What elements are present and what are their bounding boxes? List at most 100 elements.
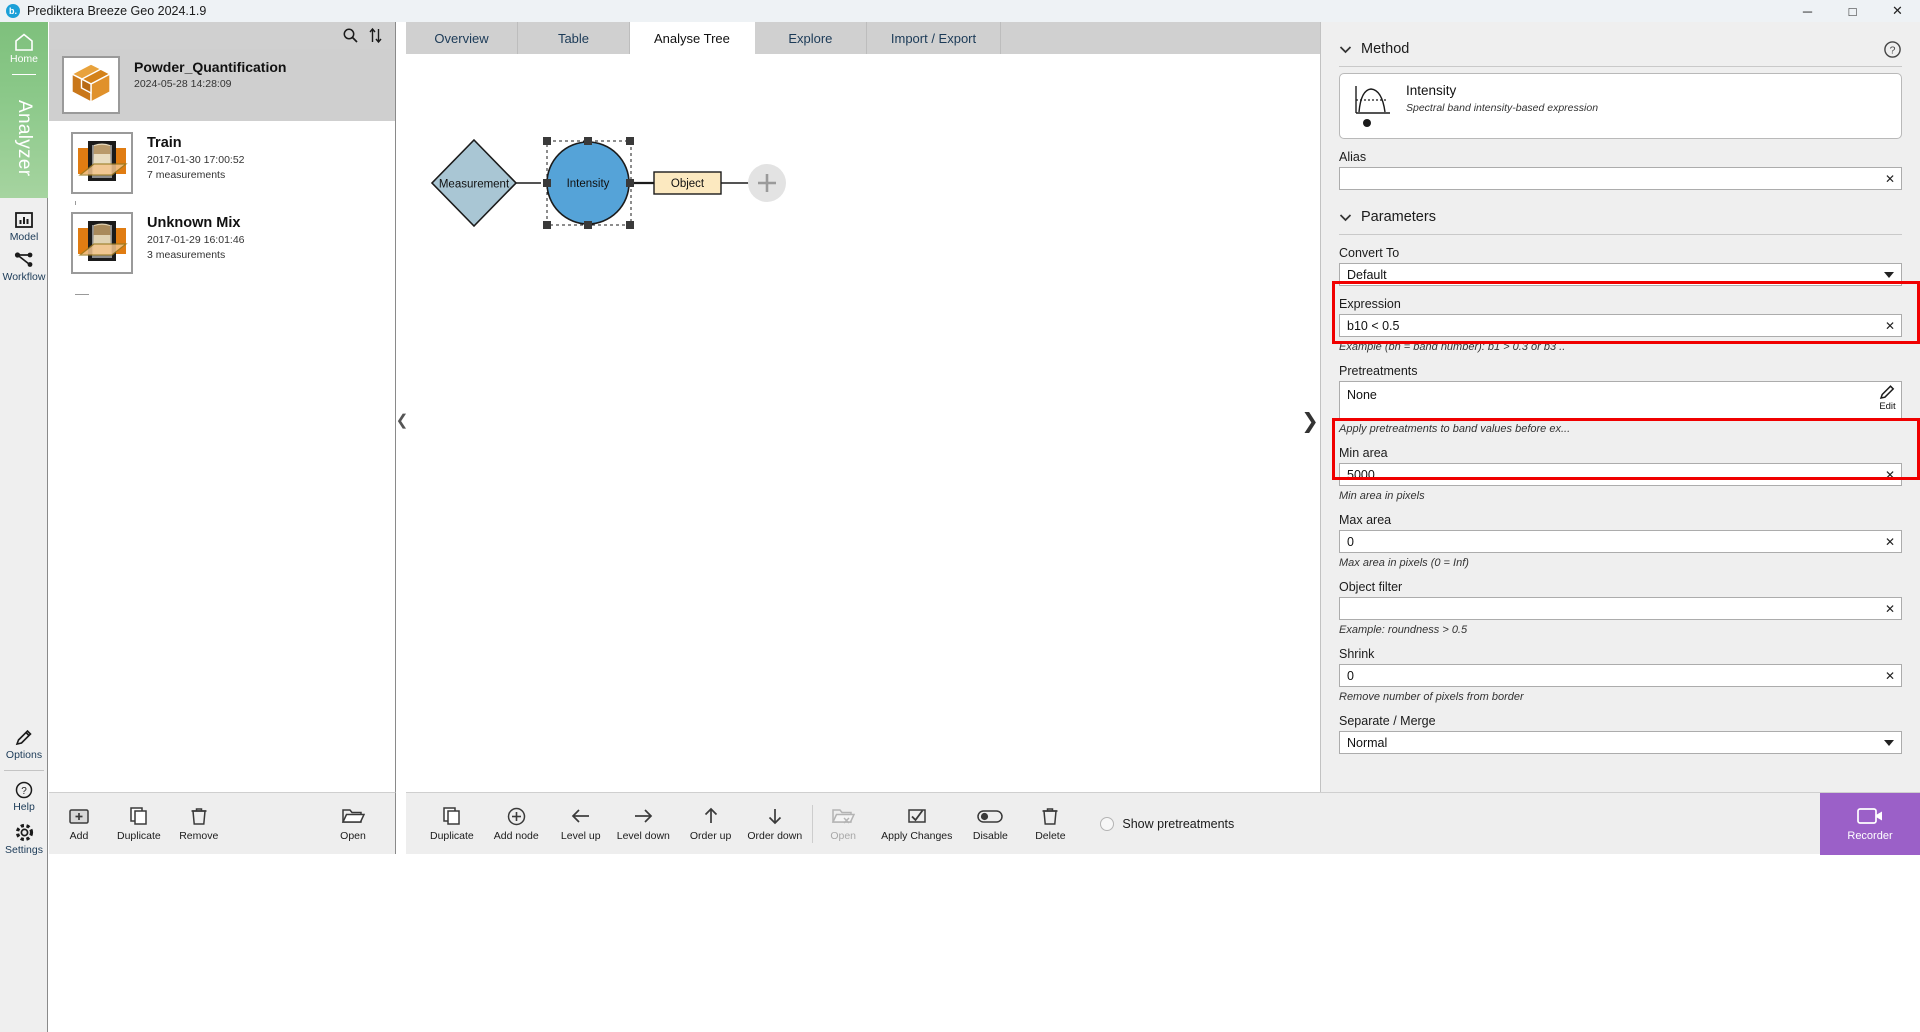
expression-input[interactable]: b10 < 0.5 ✕ — [1339, 314, 1902, 337]
recorder-icon — [1857, 806, 1883, 826]
sidebar-item-model[interactable]: Model — [0, 210, 48, 243]
show-pretreatments-toggle[interactable]: Show pretreatments — [1100, 817, 1234, 831]
spectrum-curve-icon — [1352, 83, 1394, 129]
clear-icon[interactable]: ✕ — [1885, 602, 1895, 616]
chevron-down-icon[interactable] — [1884, 272, 1894, 278]
order-down-label: Order down — [747, 830, 802, 842]
order-up-button[interactable]: Order up — [690, 805, 731, 842]
duplicate-button[interactable]: Duplicate — [117, 805, 161, 842]
sidebar-item-help[interactable]: ? Help — [0, 780, 48, 813]
add-button[interactable]: Add — [59, 805, 99, 842]
tab-analyse-tree[interactable]: Analyse Tree — [630, 22, 755, 54]
object-filter-input[interactable]: ✕ — [1339, 597, 1902, 620]
chevron-down-icon[interactable] — [1339, 213, 1352, 222]
node-intensity-label: Intensity — [567, 178, 610, 190]
level-up-button[interactable]: Level up — [561, 805, 601, 842]
minimize-button[interactable]: ─ — [1785, 0, 1830, 22]
clear-icon[interactable]: ✕ — [1885, 468, 1895, 482]
workflow-graph-icon — [13, 250, 35, 270]
chevron-down-icon[interactable] — [1884, 740, 1894, 746]
analyse-tree-graph: Measurement Intensity — [406, 54, 1320, 792]
tree-delete-label: Delete — [1035, 830, 1065, 842]
maximize-button[interactable]: □ — [1830, 0, 1875, 22]
clear-icon[interactable]: ✕ — [1885, 535, 1895, 549]
collapse-right-panel-handle[interactable]: ❯ — [1300, 404, 1320, 438]
max-area-input[interactable]: 0 ✕ — [1339, 530, 1902, 553]
svg-text:?: ? — [1890, 44, 1896, 56]
tree-node-unknown-mix[interactable]: Unknown Mix 2017-01-29 16:01:46 3 measur… — [49, 205, 395, 281]
parameters-section-header[interactable]: Parameters — [1339, 200, 1902, 234]
alias-input[interactable]: ✕ — [1339, 167, 1902, 190]
min-area-value: 5000 — [1347, 468, 1375, 482]
window-title: Prediktera Breeze Geo 2024.1.9 — [27, 4, 206, 18]
separate-merge-select[interactable]: Normal — [1339, 731, 1902, 754]
node-object: Object — [654, 172, 721, 194]
disable-button[interactable]: Disable — [970, 805, 1010, 842]
tree-node-train-text: Train 2017-01-30 17:00:52 7 measurements — [147, 132, 245, 181]
tree-delete-button[interactable]: Delete — [1030, 805, 1070, 842]
show-pretreatments-radio[interactable] — [1100, 817, 1114, 831]
recorder-button[interactable]: Recorder — [1820, 793, 1920, 855]
tree-node-root[interactable]: Powder_Quantification 2024-05-28 14:28:0… — [49, 49, 395, 121]
trash-icon — [1041, 805, 1059, 827]
convert-to-select[interactable]: Default — [1339, 263, 1902, 286]
tab-table[interactable]: Table — [518, 22, 630, 54]
chevron-down-icon[interactable] — [1339, 45, 1352, 54]
question-circle-icon[interactable]: ? — [1883, 40, 1902, 59]
pretreatments-edit-button[interactable]: Edit — [1879, 384, 1896, 412]
sidebar-item-workflow[interactable]: Workflow — [0, 250, 48, 283]
tree-node-root-title: Powder_Quantification — [134, 59, 286, 75]
tree-node-unknown-mix-timestamp: 2017-01-29 16:01:46 — [147, 234, 245, 246]
level-down-button[interactable]: Level down — [617, 805, 670, 842]
clear-icon[interactable]: ✕ — [1885, 319, 1895, 333]
method-card-title: Intensity — [1406, 83, 1598, 98]
duplicate-button-label: Duplicate — [117, 830, 161, 842]
tab-explore[interactable]: Explore — [755, 22, 867, 54]
max-area-label: Max area — [1339, 513, 1902, 527]
tree-duplicate-button[interactable]: Duplicate — [430, 805, 474, 842]
analyse-tree-canvas[interactable]: Measurement Intensity — [406, 54, 1320, 792]
sidebar-item-options-label: Options — [6, 749, 42, 761]
close-button[interactable]: ✕ — [1875, 0, 1920, 22]
disable-label: Disable — [973, 830, 1008, 842]
node-intensity: Intensity — [543, 137, 634, 229]
sort-icon[interactable] — [368, 27, 383, 44]
sidebar-item-model-label: Model — [10, 231, 39, 243]
open-button[interactable]: Open — [333, 805, 373, 842]
level-up-label: Level up — [561, 830, 601, 842]
add-node-button[interactable]: Add node — [494, 805, 539, 842]
shrink-input[interactable]: 0 ✕ — [1339, 664, 1902, 687]
order-down-button[interactable]: Order down — [747, 805, 802, 842]
method-card-description: Spectral band intensity-based expression — [1406, 102, 1598, 114]
sidebar-item-workflow-label: Workflow — [3, 271, 46, 283]
remove-button[interactable]: Remove — [179, 805, 219, 842]
add-node-label: Add node — [494, 830, 539, 842]
tab-import-export[interactable]: Import / Export — [867, 22, 1001, 54]
apply-changes-button[interactable]: Apply Changes — [881, 805, 952, 842]
sidebar-item-settings[interactable]: Settings — [0, 822, 48, 856]
pretreatments-field[interactable]: None Edit — [1339, 381, 1902, 419]
sidebar-item-options[interactable]: Options — [0, 728, 48, 761]
search-icon[interactable] — [342, 27, 359, 44]
tree-open-label: Open — [830, 830, 856, 842]
order-up-label: Order up — [690, 830, 731, 842]
expression-label: Expression — [1339, 297, 1902, 311]
level-down-label: Level down — [617, 830, 670, 842]
clear-icon[interactable]: ✕ — [1885, 669, 1895, 683]
sidebar-item-home[interactable]: Home — [0, 32, 48, 65]
parameters-section-title: Parameters — [1361, 209, 1436, 225]
collapse-left-panel-handle[interactable]: ❮ — [396, 408, 408, 432]
open-button-label: Open — [340, 830, 366, 842]
recorder-label: Recorder — [1847, 830, 1892, 842]
apply-changes-label: Apply Changes — [881, 830, 952, 842]
sample-thumb-icon — [71, 212, 133, 274]
min-area-input[interactable]: 5000 ✕ — [1339, 463, 1902, 486]
tree-node-root-timestamp: 2024-05-28 14:28:09 — [134, 78, 286, 90]
arrow-down-icon — [766, 805, 784, 827]
home-icon — [13, 32, 35, 52]
method-section-header[interactable]: Method ? — [1339, 32, 1902, 66]
clear-icon[interactable]: ✕ — [1885, 172, 1895, 186]
method-card-intensity[interactable]: Intensity Spectral band intensity-based … — [1339, 73, 1902, 139]
tree-node-train[interactable]: Train 2017-01-30 17:00:52 7 measurements — [49, 125, 395, 201]
tab-overview[interactable]: Overview — [406, 22, 518, 54]
